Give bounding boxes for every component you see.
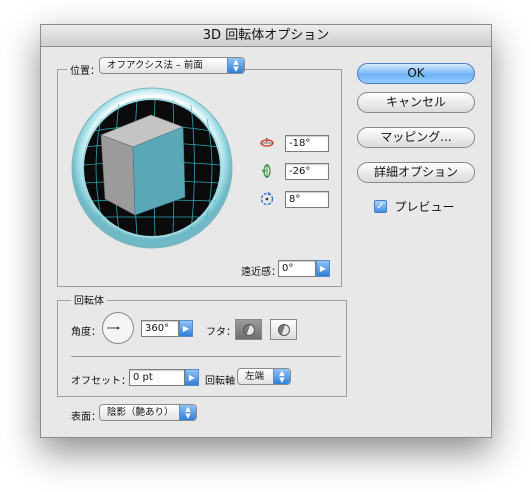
trackball[interactable]	[71, 87, 233, 249]
position-preset-popup[interactable]: オフアクシス法 – 前面 ▲ ▼	[99, 57, 245, 74]
more-options-button[interactable]: 詳細オプション	[357, 162, 475, 183]
cap-off-icon	[278, 324, 290, 336]
surface-popup[interactable]: 陰影（艶あり） ▲ ▼	[99, 404, 197, 421]
map-art-button[interactable]: マッピング...	[357, 127, 475, 148]
revolve-divider	[71, 356, 341, 357]
cap-on-icon	[243, 324, 255, 336]
axis-label: 回転軸	[205, 376, 235, 387]
position-label: 位置：	[67, 62, 103, 77]
angle-field[interactable]: 360°	[141, 320, 179, 337]
angle-label: 角度：	[71, 327, 101, 338]
offset-field[interactable]: 0 pt	[129, 369, 185, 386]
preview-label: プレビュー	[394, 200, 455, 214]
surface-label: 表面：	[71, 412, 101, 423]
rotate-y-icon	[261, 164, 271, 178]
popup-arrows-icon: ▲ ▼	[179, 405, 196, 420]
surface-value: 陰影（艶あり）	[107, 407, 174, 418]
dialog-title: 3D 回転体オプション	[41, 25, 491, 47]
preview-checkbox-row[interactable]: ✓ プレビュー	[374, 198, 455, 214]
perspective-field[interactable]: 0°	[278, 260, 316, 277]
cancel-button[interactable]: キャンセル	[357, 92, 475, 113]
offset-slider-arrow[interactable]: ▶	[185, 369, 199, 386]
cap-label: フタ：	[206, 327, 236, 338]
rotation-y-field[interactable]: -26°	[285, 163, 329, 180]
position-preset-value: オフアクシス法 – 前面	[107, 60, 203, 71]
rotate-x-icon	[260, 137, 274, 147]
popup-arrows-icon: ▲ ▼	[273, 369, 290, 384]
cap-on-button[interactable]	[235, 319, 262, 340]
offset-label: オフセット：	[71, 376, 131, 387]
revolve-options-dialog: 3D 回転体オプション 位置： オフアクシス法 – 前面 ▲ ▼ -18° -2…	[40, 24, 492, 438]
cap-off-button[interactable]	[270, 319, 297, 340]
rotate-z-icon	[260, 191, 274, 206]
perspective-label: 遠近感：	[241, 267, 281, 278]
rotation-x-field[interactable]: -18°	[285, 135, 329, 152]
angle-dial-icon[interactable]	[101, 311, 135, 345]
axis-popup[interactable]: 左端 ▲ ▼	[237, 368, 291, 385]
checkbox-icon[interactable]: ✓	[374, 200, 387, 213]
ok-button[interactable]: OK	[357, 63, 475, 84]
perspective-slider-arrow[interactable]: ▶	[316, 260, 330, 277]
popup-arrows-icon: ▲ ▼	[227, 58, 244, 73]
axis-value: 左端	[245, 371, 265, 382]
revolve-group-label: 回転体	[71, 292, 107, 307]
angle-slider-arrow[interactable]: ▶	[179, 320, 193, 337]
rotation-z-field[interactable]: 8°	[285, 191, 329, 208]
